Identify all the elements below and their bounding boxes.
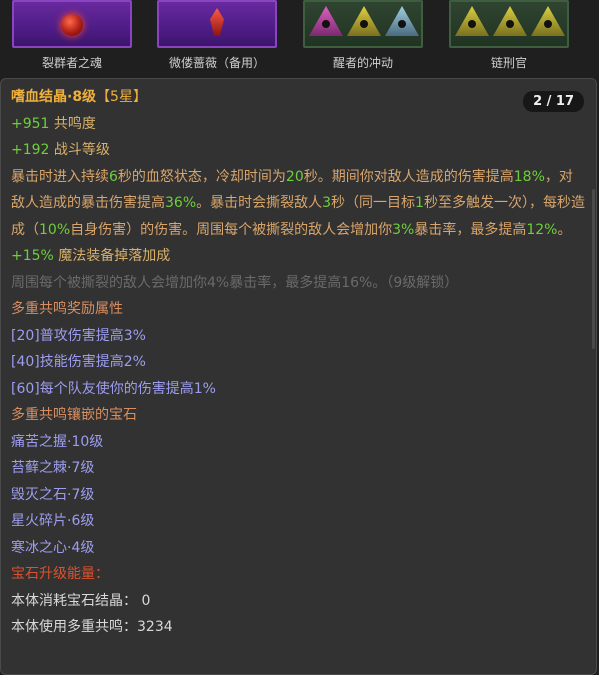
desc-value: 1 (415, 195, 424, 211)
gem-icon (303, 0, 423, 48)
gem-title: 嗜血结晶·8级 (11, 89, 97, 105)
scrollbar[interactable] (592, 189, 595, 349)
stat-value: +192 (11, 142, 50, 158)
socket-item: 痛苦之握·10级 (11, 433, 104, 450)
resonance-item: [20]普攻伤害提高3% (11, 327, 146, 344)
upgrade-resonance-used: 本体使用多重共鸣：3234 (11, 619, 173, 635)
stat-resonance: +951 共鸣度 (11, 111, 586, 138)
gem-icon (449, 0, 569, 48)
gem-card-1[interactable]: 裂群者之魂 (0, 0, 140, 78)
desc-text: 秒。期间你对敌人造成的伤害提高 (303, 168, 514, 185)
desc-value: 18% (513, 168, 545, 185)
desc-value: 3% (392, 221, 415, 238)
stat-label: 共鸣度 (49, 115, 96, 132)
desc-value: 10% (39, 221, 71, 238)
gem-bar: 裂群者之魂 微偻蔷薇（备用） 醒者的冲动 链刑官 (0, 0, 599, 78)
stat-magic-drop: +15% 魔法装备掉落加成 (11, 243, 586, 270)
socket-item: 寒冰之心·4级 (11, 539, 95, 556)
gem-label: 微偻蔷薇（备用） (168, 56, 265, 70)
desc-value: 6 (109, 168, 118, 185)
desc-value: 3 (322, 195, 332, 211)
resonance-header: 多重共鸣奖励属性 (11, 301, 123, 317)
desc-text: 。 (557, 221, 572, 238)
socket-item: 毁灭之石·7级 (11, 486, 95, 503)
stat-combat-level: +192 战斗等级 (11, 137, 586, 164)
upgrade-crystal-cost: 本体消耗宝石结晶： 0 (11, 592, 151, 609)
desc-text: 暴击率，最多提高 (414, 221, 527, 238)
desc-value: 36% (165, 195, 197, 211)
stat-value: +15% (11, 248, 54, 264)
resonance-item: [60]每个队友使你的伤害提高1% (11, 380, 216, 397)
gem-stars: 【5星】 (96, 89, 147, 105)
stat-label: 战斗等级 (49, 142, 110, 158)
gem-label: 链刑官 (490, 56, 527, 70)
desc-text: 秒的血怒状态，冷却时间为 (117, 168, 286, 185)
gem-icon (157, 0, 277, 48)
gem-icon (12, 0, 132, 48)
gem-title-line: 嗜血结晶·8级【5星】 (11, 84, 586, 111)
gem-card-2[interactable]: 微偻蔷薇（备用） (145, 0, 285, 78)
socket-header: 多重共鸣镶嵌的宝石 (11, 407, 137, 423)
locked-effect: 周围每个被撕裂的敌人会增加你4%暴击率，最多提高16%。（9级解锁） (11, 274, 459, 291)
desc-text: 自身伤害）的伤害。周围每个被撕裂的敌人会增加你 (70, 221, 393, 238)
desc-text: 暴击时进入持续 (11, 168, 109, 185)
gem-description: 暴击时进入持续6秒的血怒状态，冷却时间为20秒。期间你对敌人造成的伤害提高18%… (11, 164, 586, 244)
desc-text: 。暴击时会撕裂敌人 (196, 195, 323, 211)
gem-label: 裂群者之魂 (41, 56, 102, 70)
socket-item: 苔藓之棘·7级 (11, 460, 95, 476)
socket-item: 星火碎片·6级 (11, 513, 95, 529)
desc-value: 12% (526, 221, 558, 238)
desc-value: 20 (285, 168, 304, 185)
desc-text: 秒（同一目标 (331, 195, 416, 211)
gem-card-4[interactable]: 链刑官 (445, 0, 585, 78)
stat-value: +951 (11, 115, 50, 132)
resonance-item: [40]技能伤害提高2% (11, 354, 146, 370)
gem-tooltip: 2 / 17 嗜血结晶·8级【5星】 +951 共鸣度 +192 战斗等级 暴击… (0, 78, 597, 675)
gem-card-3[interactable]: 醒者的冲动 (295, 0, 435, 78)
gem-label: 醒者的冲动 (332, 56, 393, 70)
stat-label: 魔法装备掉落加成 (53, 248, 171, 264)
upgrade-header: 宝石升级能量： (11, 566, 109, 582)
